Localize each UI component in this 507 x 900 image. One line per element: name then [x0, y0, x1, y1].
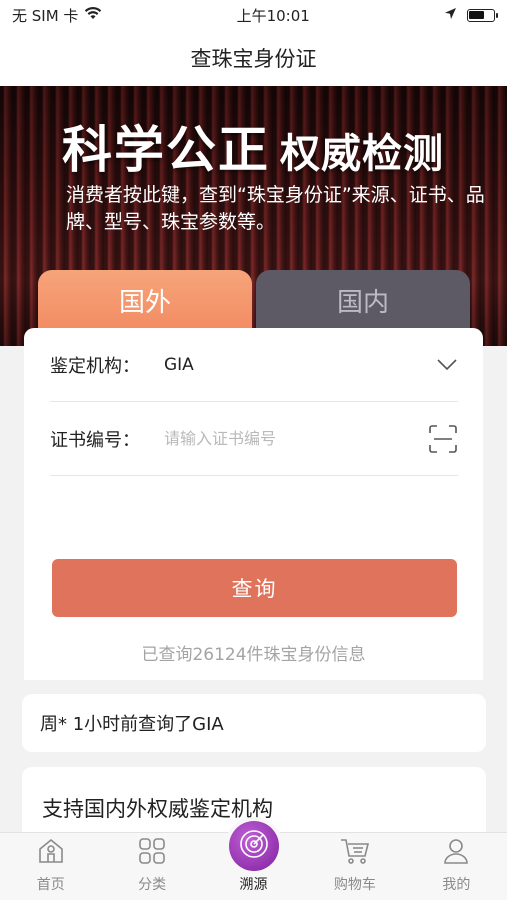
tab-cart-label: 购物车 [333, 877, 376, 893]
tab-mine-label: 我的 [442, 877, 471, 893]
battery-fill [469, 11, 485, 19]
status-left: 无 SIM 卡 [12, 5, 102, 26]
tab-category[interactable]: 分类 [101, 833, 202, 900]
tab-domestic-label: 国内 [336, 287, 389, 318]
query-button[interactable]: 查询 [52, 559, 457, 617]
status-bar: 无 SIM 卡 上午10:01 [0, 0, 507, 30]
grid-icon [137, 836, 167, 874]
org-select-value[interactable]: GIA [164, 355, 436, 375]
clock-text: 上午10:01 [236, 6, 310, 25]
wifi-icon [84, 6, 102, 24]
org-select-row[interactable]: 鉴定机构： GIA [50, 328, 458, 402]
carrier-text: 无 SIM 卡 [12, 6, 79, 25]
tab-overseas[interactable]: 国外 [38, 270, 252, 336]
tab-mine[interactable]: 我的 [406, 833, 507, 900]
region-tabs: 国外 国内 [38, 270, 470, 336]
page-title: 查珠宝身份证 [190, 47, 317, 71]
home-icon [36, 836, 66, 874]
cert-number-row: 证书编号： [50, 402, 458, 476]
banner-description: 消费者按此键，查到“珠宝身份证”来源、证书、品牌、型号、珠宝参数等。 [66, 184, 485, 233]
org-label: 鉴定机构： [50, 355, 140, 377]
query-form-card: 鉴定机构： GIA 证书编号： 查询 已查询26124件珠宝身份信息 [24, 328, 483, 680]
tab-trace-label: 溯源 [239, 877, 268, 893]
radar-icon [228, 821, 279, 871]
banner-title-big: 科学公正 [62, 121, 270, 179]
recent-query-text: 周* 1小时前查询了GIA [40, 714, 224, 735]
tab-overseas-label: 国外 [118, 287, 171, 318]
scan-icon[interactable] [428, 424, 458, 454]
tab-category-label: 分类 [138, 877, 167, 893]
cert-number-input[interactable] [164, 429, 428, 448]
cart-icon [339, 836, 371, 874]
location-arrow-icon [444, 6, 457, 24]
tab-trace[interactable]: 溯源 [203, 821, 304, 900]
battery-icon [466, 8, 498, 22]
status-right [444, 6, 498, 24]
user-icon [441, 836, 471, 874]
tab-home-label: 首页 [36, 877, 65, 893]
nav-bar: 查珠宝身份证 [0, 30, 507, 86]
cert-label: 证书编号： [50, 429, 140, 451]
recent-query-notice: 周* 1小时前查询了GIA [22, 694, 486, 752]
support-orgs-title: 支持国内外权威鉴定机构 [42, 797, 273, 821]
bottom-tab-bar: 首页 分类 溯源 购物车 我的 [0, 821, 507, 900]
tab-home[interactable]: 首页 [0, 833, 101, 900]
chevron-down-icon[interactable] [436, 354, 458, 376]
tab-cart[interactable]: 购物车 [304, 833, 405, 900]
banner-title: 科学公正 权威检测 [62, 110, 444, 182]
tab-domestic[interactable]: 国内 [256, 270, 470, 336]
banner-title-small: 权威检测 [280, 131, 444, 177]
query-count-text: 已查询26124件珠宝身份信息 [141, 645, 366, 665]
